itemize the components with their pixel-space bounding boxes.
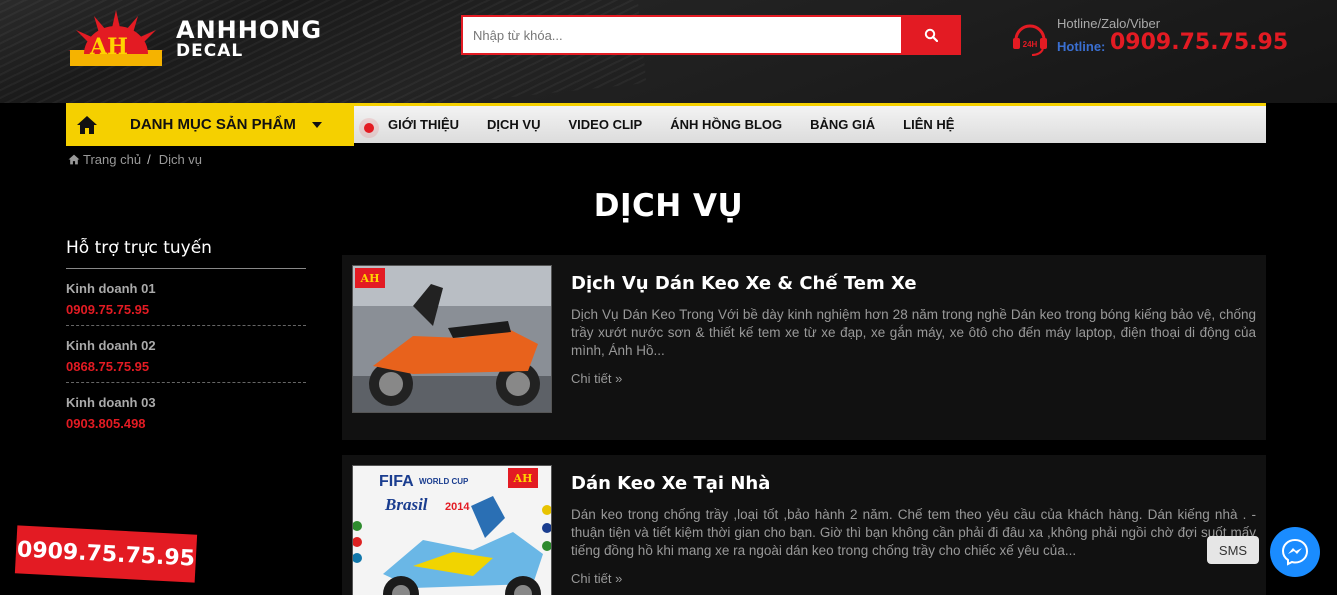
logo-wordmark: ANHHONG DECAL: [176, 16, 323, 61]
thumb-badge: AH: [360, 272, 380, 285]
category-menu-label: DANH MỤC SẢN PHẨM: [130, 116, 296, 133]
nav-items: GIỚI THIỆU DỊCH VỤ VIDEO CLIP ÁNH HỒNG B…: [388, 106, 982, 143]
scooter-orange-image: AH: [353, 266, 551, 412]
main-navigation: DANH MỤC SẢN PHẨM GIỚI THIỆU DỊCH VỤ VID…: [66, 103, 1266, 146]
thumb-worldcup: WORLD CUP: [419, 477, 469, 486]
search-input[interactable]: [461, 15, 901, 55]
logo-line1: ANHHONG: [176, 16, 323, 44]
breadcrumb-current: Dịch vụ: [158, 152, 203, 167]
thumb-fifa: FIFA: [379, 473, 414, 490]
thumb-year: 2014: [445, 501, 470, 513]
home-icon: [77, 115, 97, 134]
nav-item-lien-he[interactable]: LIÊN HỆ: [903, 117, 954, 132]
headset-label: 24H: [1023, 40, 1038, 49]
service-post: AH Dịch Vụ Dán Keo Xe & Chế Tem Xe Dịch …: [342, 255, 1266, 440]
thumb-brasil: Brasil: [384, 495, 428, 514]
messenger-button[interactable]: [1270, 527, 1320, 577]
contact-name: Kinh doanh 03: [66, 395, 156, 410]
hotline-block: 24H Hotline/Zalo/Viber Hotline: 0909.75.…: [1010, 14, 1310, 64]
home-button[interactable]: [68, 105, 106, 145]
support-sidebar: Hỗ trợ trực tuyến Kinh doanh 01 0909.75.…: [66, 238, 306, 439]
chevron-down-icon: [311, 121, 322, 128]
product-category-menu[interactable]: DANH MỤC SẢN PHẨM: [66, 103, 354, 146]
hotline-caption: Hotline/Zalo/Viber: [1057, 16, 1161, 31]
post-title[interactable]: Dịch Vụ Dán Keo Xe & Chế Tem Xe: [571, 273, 917, 294]
search-button[interactable]: [901, 15, 961, 55]
nav-item-bang-gia[interactable]: BẢNG GIÁ: [810, 117, 875, 132]
contact-name: Kinh doanh 01: [66, 281, 156, 296]
hotline-label: Hotline:: [1057, 39, 1106, 54]
read-more-link[interactable]: Chi tiết »: [571, 371, 622, 386]
post-thumbnail[interactable]: AH: [352, 265, 552, 413]
nav-item-dich-vu[interactable]: DỊCH VỤ: [487, 117, 540, 132]
logo-line2: DECAL: [176, 41, 244, 61]
logo-badge-text: AH: [90, 34, 128, 60]
breadcrumb: Trang chủ / Dịch vụ: [68, 152, 202, 167]
hotline-number[interactable]: 0909.75.75.95: [1110, 30, 1288, 55]
contact-phone[interactable]: 0903.805.498: [66, 416, 306, 431]
thumb-badge: AH: [513, 472, 533, 485]
breadcrumb-separator: /: [147, 152, 151, 167]
post-excerpt: Dịch Vụ Dán Keo Trong Với bề dày kinh ng…: [571, 307, 1256, 358]
sms-button[interactable]: SMS: [1207, 536, 1259, 564]
headset-24h-icon: 24H: [1013, 24, 1047, 56]
service-post: FIFA WORLD CUP Brasil 2014 AH Dán Keo Xe…: [342, 455, 1266, 595]
site-logo[interactable]: AH ANHHONG DECAL: [66, 8, 336, 68]
contact-name: Kinh doanh 02: [66, 338, 156, 353]
nav-item-blog[interactable]: ÁNH HỒNG BLOG: [670, 117, 782, 132]
messenger-icon: [1281, 538, 1309, 566]
sidebar-title: Hỗ trợ trực tuyến: [66, 238, 306, 269]
nav-indicator-dot: [364, 123, 374, 133]
home-icon: [68, 154, 80, 165]
support-contact: Kinh doanh 01 0909.75.75.95: [66, 269, 306, 326]
post-thumbnail[interactable]: FIFA WORLD CUP Brasil 2014 AH: [352, 465, 552, 595]
nav-item-video-clip[interactable]: VIDEO CLIP: [569, 117, 643, 132]
breadcrumb-home-link[interactable]: Trang chủ: [83, 152, 141, 167]
contact-phone[interactable]: 0909.75.75.95: [66, 302, 306, 317]
nav-item-gioi-thieu[interactable]: GIỚI THIỆU: [388, 117, 459, 132]
support-contact: Kinh doanh 03 0903.805.498: [66, 383, 306, 439]
site-header: AH ANHHONG DECAL 24H Hotline/Zalo/Viber …: [0, 0, 1337, 103]
floating-call-button[interactable]: 0909.75.75.95: [14, 525, 198, 583]
contact-phone[interactable]: 0868.75.75.95: [66, 359, 306, 374]
search-form: [461, 15, 961, 55]
page-title: DỊCH VỤ: [593, 188, 744, 224]
search-icon: [924, 28, 938, 42]
post-excerpt: Dán keo trong chống trầy ,loại tốt ,bảo …: [571, 507, 1256, 558]
read-more-link[interactable]: Chi tiết »: [571, 571, 622, 586]
floating-phone-number: 0909.75.75.95: [16, 536, 196, 572]
post-title[interactable]: Dán Keo Xe Tại Nhà: [571, 473, 770, 494]
support-contact: Kinh doanh 02 0868.75.75.95: [66, 326, 306, 383]
scooter-fifa-image: FIFA WORLD CUP Brasil 2014 AH: [353, 466, 551, 595]
